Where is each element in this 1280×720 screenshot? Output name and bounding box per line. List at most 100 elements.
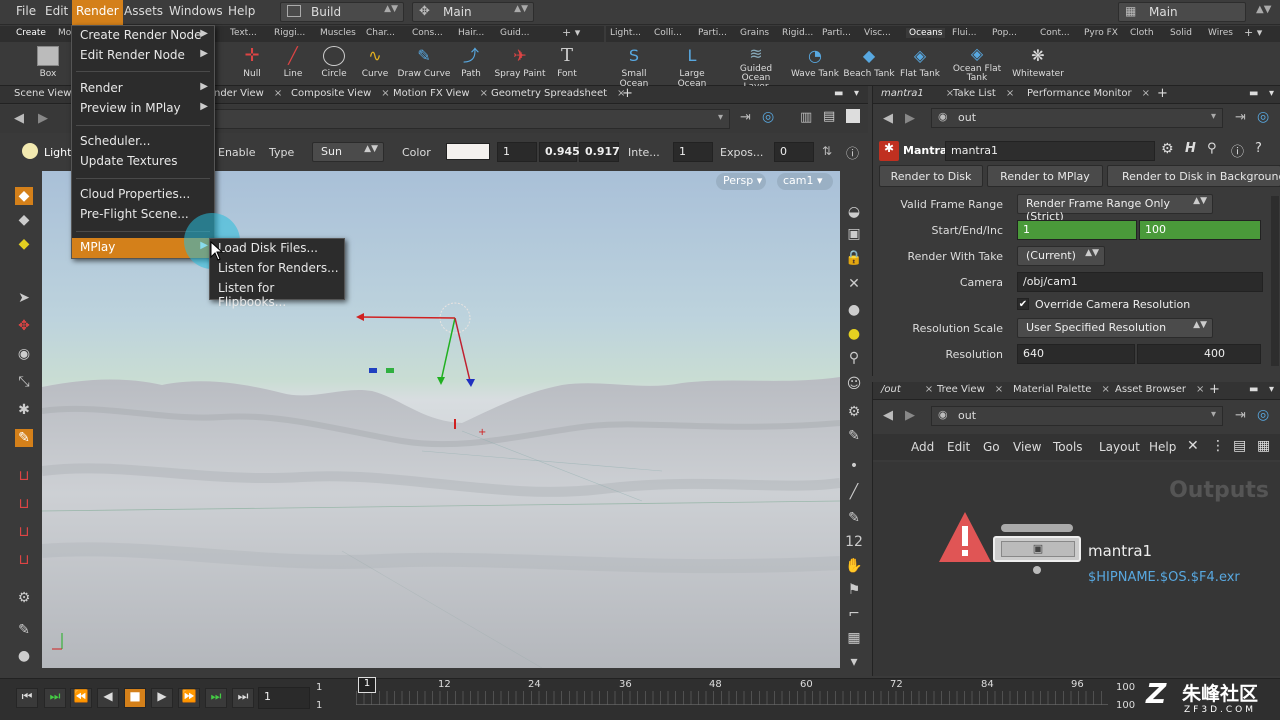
tab-render-view[interactable]: nder View ×: [214, 88, 282, 99]
tab-tree-view[interactable]: Tree View ×: [937, 384, 1003, 395]
color-swatch[interactable]: [446, 143, 490, 160]
type-combo[interactable]: Sun ▲▼: [312, 142, 384, 162]
link-icon[interactable]: ◎: [1257, 407, 1269, 423]
color-b-field[interactable]: 0.917: [579, 142, 620, 162]
end-frame-field[interactable]: 100: [1139, 220, 1261, 240]
tab-composite-view[interactable]: Composite View ×: [291, 88, 390, 99]
camera-icon[interactable]: ▣: [845, 225, 863, 243]
handle-icon[interactable]: ✎: [15, 429, 33, 447]
menu-item-edit-render-node[interactable]: Edit Render Node ▶: [72, 46, 214, 66]
tool-path[interactable]: ⤴ Path: [443, 46, 499, 79]
light-bulb-icon[interactable]: ●: [845, 325, 863, 343]
back-icon[interactable]: ◀: [883, 111, 893, 126]
take-combo[interactable]: (Current) ▲▼: [1017, 246, 1105, 266]
menu-item-scheduler[interactable]: Scheduler...: [72, 132, 214, 152]
shelf-tab[interactable]: Hair...: [458, 28, 484, 38]
menu-item-cloud-properties[interactable]: Cloud Properties...: [72, 185, 214, 205]
tab-scene-view[interactable]: Scene View: [14, 88, 71, 99]
play-icon[interactable]: ▶: [151, 688, 173, 708]
menu-item-render[interactable]: Render ▶: [72, 79, 214, 99]
path-field[interactable]: ▾: [214, 109, 730, 129]
select-arrow-icon[interactable]: ➤: [15, 289, 33, 307]
menu-tools[interactable]: Tools: [1053, 440, 1083, 454]
tool-flat-tank[interactable]: ◈ Flat Tank: [892, 46, 948, 79]
spinner-icon[interactable]: ▲▼: [1256, 4, 1271, 15]
number-icon[interactable]: 12: [845, 533, 863, 551]
close-icon[interactable]: ×: [1196, 384, 1204, 395]
tree-icon[interactable]: ⋮: [1211, 438, 1225, 454]
tool-wave-tank[interactable]: ◔ Wave Tank: [787, 46, 843, 79]
timeline-track[interactable]: [356, 691, 1108, 705]
desktop-combo[interactable]: Build ▲▼: [280, 2, 404, 22]
pin-icon[interactable]: ⇥: [1235, 110, 1246, 125]
tab-mantra1[interactable]: mantra1 ×: [881, 88, 954, 99]
shelf-tab[interactable]: Parti...: [698, 28, 727, 38]
tab-out[interactable]: /out ×: [881, 384, 933, 395]
add-tab-icon[interactable]: +: [1209, 382, 1220, 397]
layout-icon[interactable]: ▤: [823, 109, 835, 124]
shelf-tab[interactable]: Mo: [58, 28, 71, 38]
maximize-icon[interactable]: ▬: [1249, 384, 1258, 395]
menu-edit[interactable]: Edit: [947, 440, 970, 454]
list-icon[interactable]: ▤: [1233, 438, 1246, 454]
magnet-icon[interactable]: ⊔: [15, 467, 33, 485]
square-icon[interactable]: [846, 109, 860, 123]
paint-icon[interactable]: ✎: [845, 427, 863, 445]
shelf-tab[interactable]: Char...: [366, 28, 395, 38]
step-start-icon[interactable]: ⏭: [44, 688, 66, 708]
paint-icon[interactable]: ✎: [15, 621, 33, 639]
current-frame-marker[interactable]: 1: [358, 677, 376, 693]
close-icon[interactable]: ×: [1006, 88, 1014, 99]
split-icon[interactable]: ▥: [800, 110, 812, 125]
info-icon[interactable]: ⓘ: [1231, 141, 1244, 160]
close-icon[interactable]: ×: [381, 88, 389, 99]
grid-icon[interactable]: ▦: [1257, 438, 1270, 454]
color-g-field[interactable]: 0.945: [539, 142, 580, 162]
scale-icon[interactable]: ⤡: [15, 373, 33, 391]
dot-icon[interactable]: •: [845, 457, 863, 475]
network-editor[interactable]: Outputs ▣ mantra1 $HIPNAME.$OS.$F4.exr: [873, 462, 1280, 676]
person-icon[interactable]: ☺: [845, 375, 863, 393]
add-shelf-icon[interactable]: + ▾: [562, 26, 580, 39]
shelf-tab[interactable]: Guid...: [500, 28, 529, 38]
shading-icon[interactable]: ●: [845, 301, 863, 319]
hscript-icon[interactable]: H: [1185, 141, 1196, 156]
add-shelf-icon[interactable]: + ▾: [1244, 26, 1262, 39]
forward-icon[interactable]: ▶: [905, 111, 915, 126]
object-mode-icon[interactable]: ◆: [15, 211, 33, 229]
tab-performance-monitor[interactable]: Performance Monitor ×: [1027, 88, 1150, 99]
camera-path-field[interactable]: /obj/cam1: [1017, 272, 1263, 292]
menu-file[interactable]: File: [16, 4, 36, 18]
tool-small-ocean[interactable]: S Small Ocean: [606, 46, 662, 89]
next-key-icon[interactable]: ⏩: [178, 688, 200, 708]
lock-icon[interactable]: 🔒: [845, 249, 863, 267]
tool-ocean-flat-tank[interactable]: ◈ Ocean Flat Tank: [949, 46, 1005, 83]
close-icon[interactable]: ×: [274, 88, 282, 99]
help-icon[interactable]: ?: [1255, 141, 1262, 156]
node-output-connector[interactable]: [1033, 566, 1041, 574]
shelf-tab[interactable]: Flui...: [952, 28, 976, 38]
intensity-field[interactable]: 1: [673, 142, 713, 162]
back-icon[interactable]: ◀: [14, 111, 24, 126]
close-icon[interactable]: ×: [1142, 88, 1150, 99]
menu-render[interactable]: Render: [72, 0, 123, 25]
tool-whitewater[interactable]: ❋ Whitewater: [1010, 46, 1066, 79]
play-reverse-icon[interactable]: ◀: [97, 688, 119, 708]
override-label[interactable]: Override Camera Resolution: [1035, 298, 1190, 311]
stop-icon[interactable]: ■: [124, 688, 146, 708]
shelf-tab[interactable]: Grains: [740, 28, 769, 38]
shelf-tab[interactable]: Light...: [610, 28, 641, 38]
tool-curve[interactable]: ∿ Curve: [347, 46, 403, 79]
pen-icon[interactable]: ✎: [845, 509, 863, 527]
node-name-field[interactable]: mantra1: [945, 141, 1155, 161]
menu-item-listen-for-flipbooks[interactable]: Listen for Flipbooks...: [210, 279, 344, 309]
pane-menu-icon[interactable]: ▾: [1269, 88, 1274, 99]
shelf-tab[interactable]: Colli...: [654, 28, 682, 38]
tool-font[interactable]: T Font: [539, 46, 595, 80]
snap-point-icon[interactable]: ⊔: [15, 551, 33, 569]
shelf-tab[interactable]: Cont...: [1040, 28, 1070, 38]
jump-start-icon[interactable]: ⏮: [16, 688, 38, 708]
help-icon[interactable]: ⓘ: [846, 143, 859, 162]
right-desktop-combo[interactable]: ▦ Main: [1118, 2, 1246, 22]
shelf-tab[interactable]: Wires: [1208, 28, 1233, 38]
